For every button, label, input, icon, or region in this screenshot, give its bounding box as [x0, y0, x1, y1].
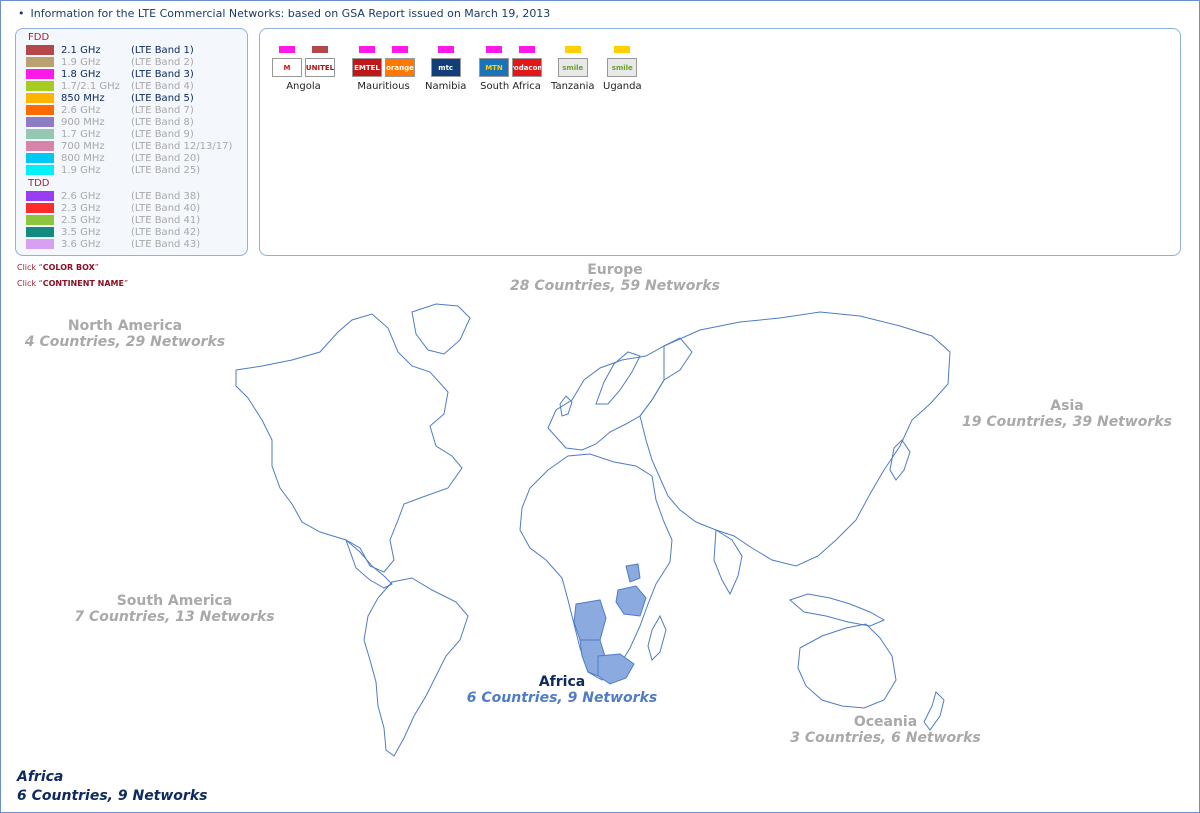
continent-asia[interactable]: Asia 19 Countries, 39 Networks — [952, 398, 1182, 430]
map-scandinavia[interactable] — [595, 351, 641, 405]
map-madagascar[interactable] — [647, 614, 667, 661]
selected-summary: Africa 6 Countries, 9 Networks — [17, 768, 207, 806]
selected-name: Africa — [17, 769, 64, 785]
map-region-tanzania[interactable] — [615, 585, 647, 617]
continent-asia-stats: 19 Countries, 39 Networks — [962, 414, 1172, 430]
continent-oceania[interactable]: Oceania 3 Countries, 6 Networks — [778, 714, 993, 746]
continent-south-america[interactable]: South America 7 Countries, 13 Networks — [62, 593, 287, 625]
map-australia[interactable] — [797, 623, 897, 709]
selected-stats: 6 Countries, 9 Networks — [17, 788, 208, 804]
continent-south-america-stats: 7 Countries, 13 Networks — [74, 609, 275, 625]
map-south-america[interactable] — [363, 577, 469, 757]
map-highlight — [573, 563, 647, 685]
map-europe[interactable] — [547, 337, 693, 451]
map-region-angola[interactable] — [573, 599, 607, 641]
map-greenland[interactable] — [411, 303, 471, 355]
map-north-america[interactable] — [235, 313, 463, 573]
continent-oceania-name: Oceania — [853, 714, 918, 730]
continent-europe-name: Europe — [587, 262, 643, 278]
continent-north-america[interactable]: North America 4 Countries, 29 Networks — [15, 318, 235, 350]
continent-north-america-name: North America — [67, 318, 183, 334]
map-india[interactable] — [713, 529, 743, 596]
continent-europe-stats: 28 Countries, 59 Networks — [510, 278, 720, 294]
continent-oceania-stats: 3 Countries, 6 Networks — [790, 730, 981, 746]
continent-europe[interactable]: Europe 28 Countries, 59 Networks — [495, 262, 735, 294]
map-se-asia-islands[interactable] — [789, 593, 886, 627]
continent-north-america-stats: 4 Countries, 29 Networks — [24, 334, 226, 350]
continent-asia-name: Asia — [1050, 398, 1084, 414]
map-region-uganda[interactable] — [625, 563, 641, 583]
continent-africa-stats: 6 Countries, 9 Networks — [466, 690, 658, 706]
continent-south-america-name: South America — [116, 593, 233, 609]
continent-africa-name: Africa — [538, 674, 586, 690]
continent-africa[interactable]: Africa 6 Countries, 9 Networks — [457, 674, 667, 706]
map-asia[interactable] — [639, 311, 951, 567]
